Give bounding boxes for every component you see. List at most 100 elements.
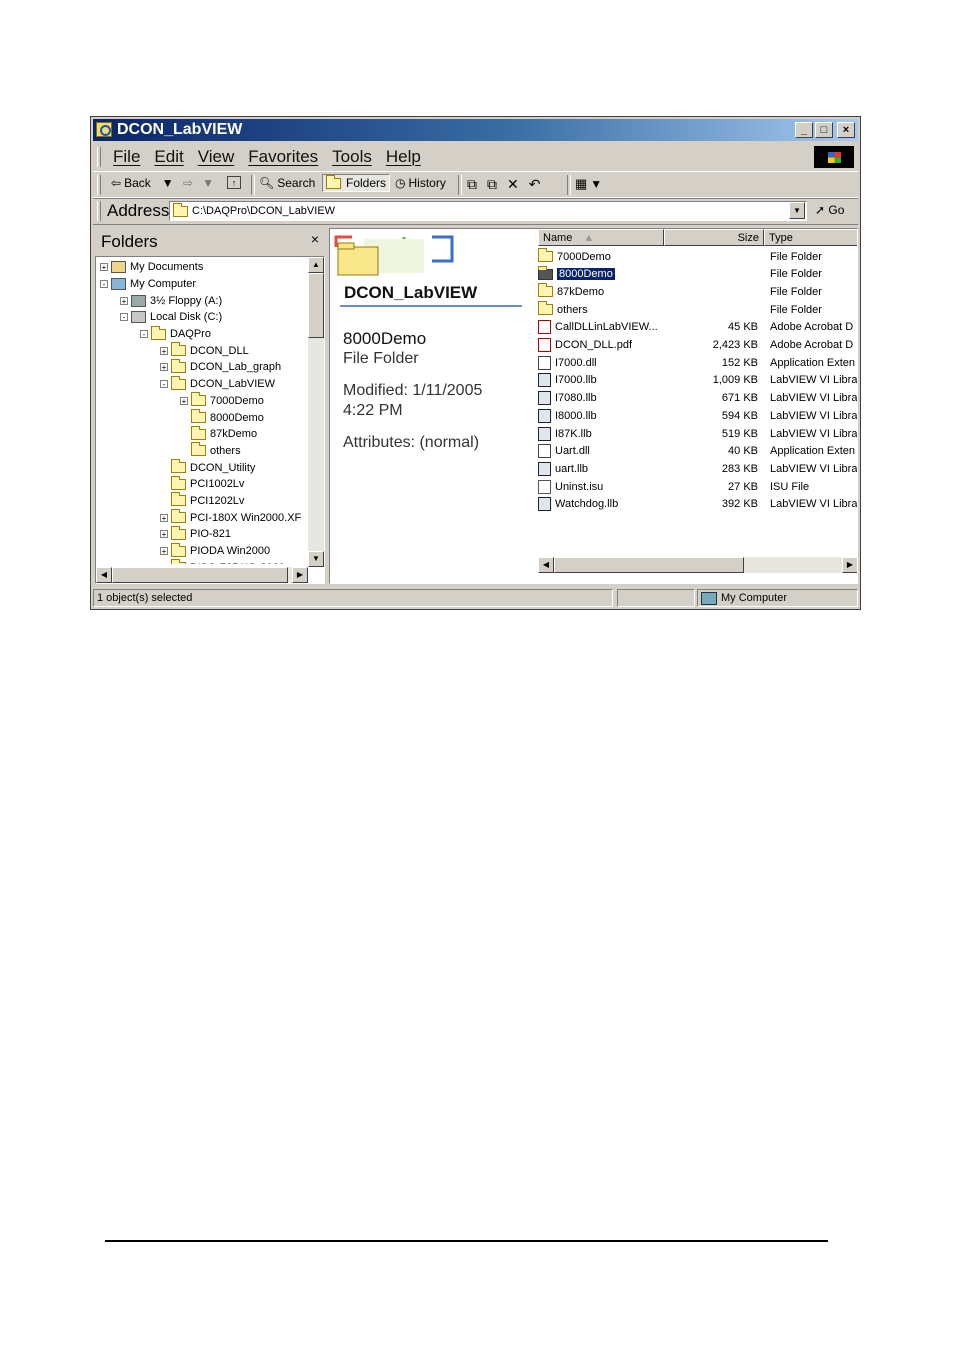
menu-file[interactable]: File [113, 147, 140, 167]
file-row[interactable]: I7000.dll 152 KB Application Exten [538, 354, 857, 371]
tree-node[interactable]: - My Computer [100, 276, 305, 293]
delete-icon[interactable]: ✕ [507, 176, 519, 193]
expand-icon[interactable]: + [160, 346, 168, 355]
tree-node[interactable]: 8000Demo [100, 409, 305, 426]
file-name-cell: others [538, 301, 588, 316]
menu-edit[interactable]: Edit [154, 147, 183, 167]
file-row[interactable]: 8000Demo File Folder [538, 265, 857, 283]
scroll-up-icon[interactable]: ▲ [308, 257, 324, 273]
scroll-right-icon[interactable]: ▶ [842, 557, 857, 573]
menu-favorites[interactable]: Favorites [248, 147, 318, 167]
expand-icon[interactable]: + [160, 513, 168, 522]
tree-node[interactable]: +7000Demo [100, 392, 305, 410]
column-header-type[interactable]: Type [764, 229, 857, 246]
history-button[interactable]: ◷ History [395, 176, 446, 190]
tree-node-label: DCON_Utility [190, 461, 256, 474]
tree-node[interactable]: - Local Disk (C:) [100, 309, 305, 326]
expand-icon[interactable]: + [180, 396, 188, 405]
tree-node[interactable]: + DCON_DLL [100, 342, 305, 359]
menu-help[interactable]: Help [386, 147, 421, 167]
collapse-icon[interactable]: - [140, 330, 148, 339]
maximize-button[interactable]: □ [815, 122, 833, 138]
folders-button[interactable]: Folders [322, 174, 391, 192]
file-row[interactable]: 87kDemo File Folder [538, 283, 857, 300]
expand-icon[interactable]: + [160, 530, 168, 539]
address-dropdown-icon[interactable]: ▼ [789, 202, 805, 219]
tree-node[interactable]: +PISO-725 Win2000 [100, 559, 305, 564]
selected-item-modified: Modified: 1/11/2005 4:22 PM [343, 382, 483, 419]
up-folder-button[interactable]: ↑ [227, 176, 241, 189]
file-row[interactable]: uart.llb 283 KB LabVIEW VI Libra [538, 460, 857, 477]
tree-node[interactable]: 87kDemo [100, 425, 305, 443]
close-button[interactable]: × [837, 122, 855, 138]
tree-node-label: others [210, 444, 241, 457]
folder-tree-horizontal-scrollbar[interactable]: ◀ ▶ [96, 567, 308, 583]
views-button[interactable]: ▦ ▼ [575, 176, 602, 192]
search-button[interactable]: 🔍︎ Search [259, 176, 315, 190]
address-value: C:\DAQPro\DCON_LabVIEW [192, 205, 336, 217]
tree-node[interactable]: - DAQPro [100, 325, 305, 343]
folder-icon [171, 459, 186, 474]
column-header-name[interactable]: Name ▲ [538, 229, 664, 246]
expand-icon[interactable]: + [120, 296, 128, 305]
file-row[interactable]: CallDLLinLabVIEW... 45 KB Adobe Acrobat D [538, 319, 857, 336]
file-list-horizontal-scrollbar[interactable]: ◀ ▶ [538, 557, 857, 573]
collapse-icon[interactable]: - [100, 280, 108, 289]
scroll-left-icon[interactable]: ◀ [96, 567, 112, 583]
file-row[interactable]: I8000.llb 594 KB LabVIEW VI Libra [538, 407, 857, 424]
file-size: 152 KB [721, 356, 758, 369]
file-row[interactable]: I87K.llb 519 KB LabVIEW VI Libra [538, 425, 857, 442]
file-name: I8000.llb [555, 409, 597, 422]
file-row[interactable]: I7000.llb 1,009 KB LabVIEW VI Libra [538, 372, 857, 389]
tree-node[interactable]: +3½ Floppy (A:) [100, 292, 305, 309]
scroll-left-icon[interactable]: ◀ [538, 557, 554, 573]
folder-tree-vscroll-thumb[interactable] [308, 273, 324, 338]
title-bar[interactable]: DCON_LabVIEW _ □ × [93, 119, 858, 141]
file-size: 519 KB [721, 427, 758, 440]
file-row[interactable]: DCON_DLL.pdf 2,423 KB Adobe Acrobat D [538, 337, 857, 354]
move-to-icon[interactable]: ⧉ [467, 176, 477, 193]
file-size: 283 KB [721, 462, 758, 475]
column-header-size[interactable]: Size [664, 229, 764, 246]
tree-node[interactable]: PCI1202Lv [100, 492, 305, 510]
tree-node[interactable]: + My Documents [100, 259, 305, 276]
address-input[interactable]: C:\DAQPro\DCON_LabVIEW [169, 201, 807, 221]
file-row[interactable]: Uninst.isu 27 KB ISU File [538, 478, 857, 495]
address-label: Address [107, 201, 170, 220]
expand-icon[interactable]: + [100, 263, 108, 272]
folder-tree-vertical-scrollbar[interactable]: ▲ ▼ [308, 257, 324, 567]
tree-node[interactable]: others [100, 442, 305, 460]
tree-node[interactable]: + PIODA Win2000 [100, 542, 305, 560]
menu-tools[interactable]: Tools [332, 147, 372, 167]
collapse-icon[interactable]: - [120, 313, 128, 322]
tree-node[interactable]: - DCON_LabVIEW [100, 375, 305, 393]
file-type: File Folder [770, 268, 822, 281]
tree-node[interactable]: + PCI-180X Win2000.XF [100, 509, 305, 526]
tree-node[interactable]: DCON_Utility [100, 459, 305, 476]
file-row[interactable]: Uart.dll 40 KB Application Exten [538, 443, 857, 460]
copy-to-icon[interactable]: ⧉ [487, 176, 497, 193]
folder-tree-hscroll-thumb[interactable] [112, 567, 288, 583]
expand-icon[interactable]: + [160, 363, 168, 372]
toolbar-separator [458, 175, 462, 195]
tree-node[interactable]: + DCON_Lab_graph [100, 358, 305, 376]
folders-pane-close-icon[interactable]: × [311, 231, 319, 247]
file-row[interactable]: I7080.llb 671 KB LabVIEW VI Libra [538, 390, 857, 407]
file-row[interactable]: others File Folder [538, 301, 857, 318]
tree-node[interactable]: PCI1002Lv [100, 475, 305, 493]
minimize-button[interactable]: _ [795, 122, 813, 138]
folder-icon [191, 425, 206, 440]
scroll-down-icon[interactable]: ▼ [308, 551, 324, 567]
go-button[interactable]: ➚ Go [815, 203, 844, 217]
undo-icon[interactable]: ↶ [529, 176, 541, 193]
back-button[interactable]: ⇦ Back ▼ [111, 176, 174, 190]
menu-view[interactable]: View [198, 147, 235, 167]
forward-button[interactable]: ⇨ ▼ [183, 176, 214, 190]
file-row[interactable]: 7000Demo File Folder [538, 248, 857, 265]
collapse-icon[interactable]: - [160, 380, 168, 389]
scroll-right-icon[interactable]: ▶ [292, 567, 308, 583]
file-row[interactable]: Watchdog.llb 392 KB LabVIEW VI Libra [538, 496, 857, 513]
expand-icon[interactable]: + [160, 547, 168, 556]
file-list-hscroll-thumb[interactable] [554, 557, 744, 573]
tree-node[interactable]: + PIO-821 [100, 525, 305, 543]
